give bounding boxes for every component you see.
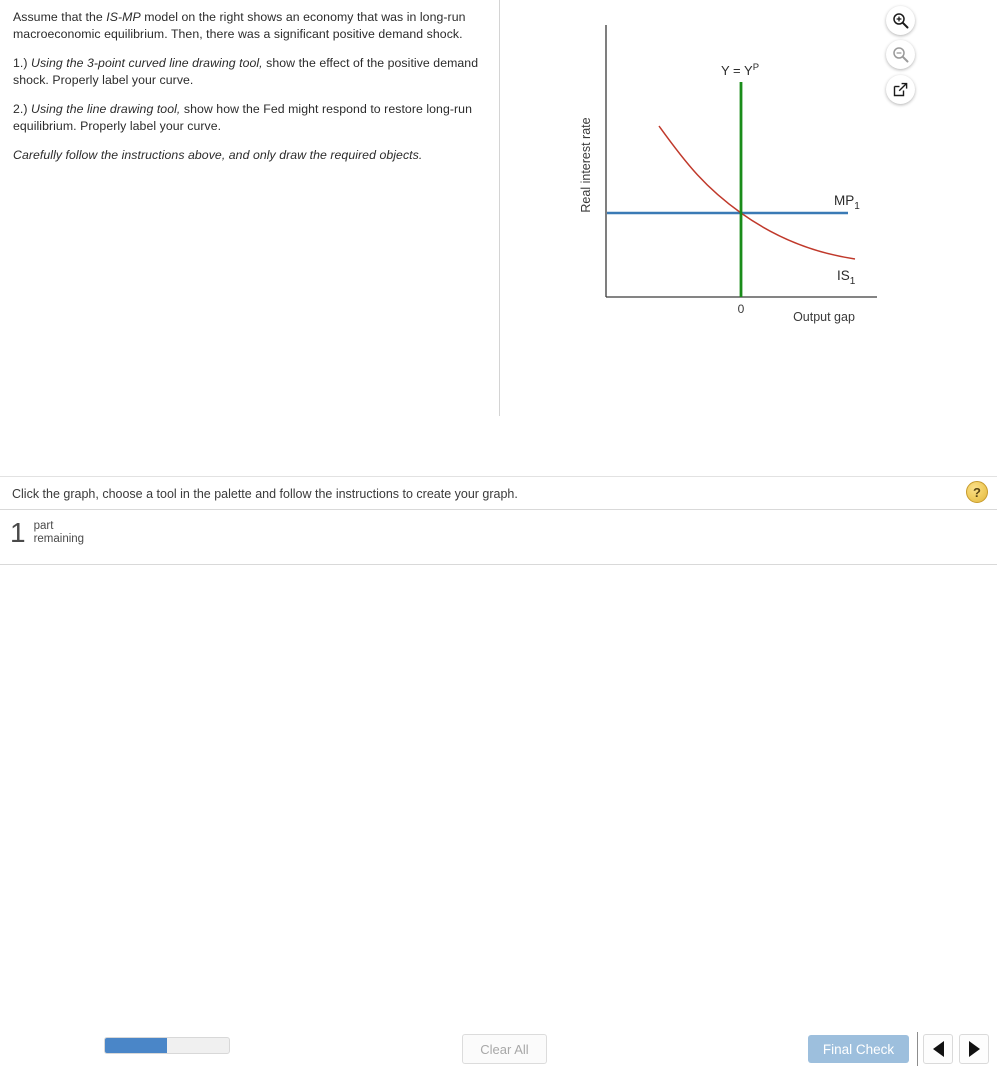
parts-label-line2: remaining	[33, 533, 85, 545]
is-mp-graph[interactable]: Real interest rate Y = YP MP1 IS1 0 Outp…	[500, 0, 997, 476]
magnifier-plus-icon	[893, 13, 909, 29]
progress-bar-fill	[105, 1038, 167, 1053]
item2-number: 2.)	[13, 102, 32, 116]
question-item-2: 2.) Using the line drawing tool, show ho…	[13, 101, 487, 134]
question-pane: Assume that the IS-MP model on the right…	[0, 0, 499, 476]
graph-pane[interactable]: Real interest rate Y = YP MP1 IS1 0 Outp…	[500, 0, 997, 476]
next-question-button[interactable]	[959, 1034, 989, 1064]
x-axis-origin-label: 0	[738, 302, 745, 316]
parts-remaining-count: 1	[10, 517, 26, 548]
parts-remaining-indicator: 1 part remaining	[10, 519, 112, 547]
question-intro-paragraph: Assume that the IS-MP model on the right…	[13, 9, 487, 42]
is1-curve[interactable]	[658, 125, 856, 260]
zoom-out-button[interactable]	[886, 40, 915, 69]
magnifier-minus-icon	[893, 47, 909, 63]
item1-number: 1.)	[13, 56, 32, 70]
question-note: Carefully follow the instructions above,…	[13, 148, 423, 162]
triangle-left-icon	[932, 1041, 944, 1057]
expand-graph-button[interactable]	[886, 75, 915, 104]
status-message: Click the graph, choose a tool in the pa…	[12, 487, 518, 501]
progress-bar	[104, 1037, 230, 1054]
clear-all-button[interactable]: Clear All	[462, 1034, 547, 1064]
item2-tool-emphasis: Using the line drawing tool,	[31, 102, 181, 116]
item1-tool-emphasis: Using the 3-point curved line drawing to…	[31, 56, 263, 70]
graph-exercise-app: Assume that the IS-MP model on the right…	[0, 0, 997, 1066]
question-item-1: 1.) Using the 3-point curved line drawin…	[13, 55, 487, 88]
x-axis-label: Output gap	[793, 310, 855, 324]
potential-output-label: Y = YP	[721, 62, 759, 78]
zoom-in-button[interactable]	[886, 6, 915, 35]
action-bar: 1 part remaining Clear All Final Check	[0, 511, 997, 1066]
previous-question-button[interactable]	[923, 1034, 953, 1064]
y-axis-label: Real interest rate	[579, 117, 593, 212]
expand-arrow-icon	[893, 82, 908, 97]
nav-separator	[917, 1032, 918, 1066]
intro-text-part1: Assume that the	[13, 10, 107, 24]
triangle-right-icon	[968, 1041, 980, 1057]
is1-label: IS1	[837, 268, 856, 287]
help-button[interactable]: ?	[966, 481, 988, 503]
is-mp-model-emphasis: IS-MP	[106, 10, 141, 24]
parts-remaining-label: part remaining	[34, 520, 112, 547]
final-check-button[interactable]: Final Check	[808, 1035, 909, 1063]
status-strip: Click the graph, choose a tool in the pa…	[0, 476, 997, 510]
mp1-label: MP1	[834, 193, 860, 212]
work-area: Assume that the IS-MP model on the right…	[0, 0, 997, 476]
parts-label-line1: part	[33, 519, 54, 532]
bottom-edge	[0, 566, 997, 570]
